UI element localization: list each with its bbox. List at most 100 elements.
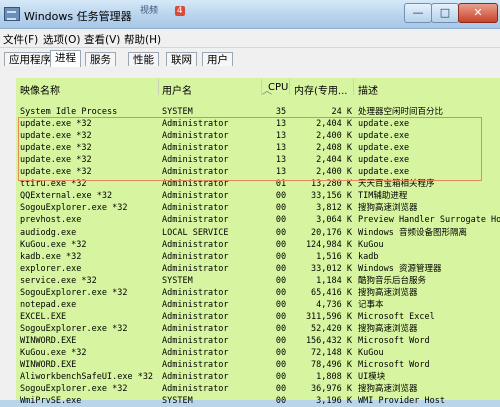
process-row[interactable]: SogouExplorer.exe *32 Administrator 00 52,4… <box>16 323 500 335</box>
process-user: LOCAL SERVICE <box>162 227 229 238</box>
minimize-button[interactable]: — <box>404 3 432 23</box>
process-user: Administrator <box>162 119 229 130</box>
column-image-name[interactable]: 映像名称 <box>20 82 60 97</box>
process-description: KuGou <box>358 239 384 250</box>
process-user: Administrator <box>162 167 229 178</box>
tab-networking[interactable]: 联网 <box>166 52 197 67</box>
process-memory: 52,420 K <box>311 323 352 334</box>
process-memory: 311,596 K <box>305 311 352 322</box>
process-name: WINWORD.EXE <box>20 335 77 346</box>
process-memory: 156,432 K <box>305 335 352 346</box>
process-panel: 映像名称 用户名 ︿ CPU 内存(专用... 描述 System Idle P… <box>0 66 500 406</box>
process-name: EXCEL.EXE <box>20 311 67 322</box>
process-description: update.exe <box>358 131 410 142</box>
process-row[interactable]: QQExternal.exe *32 Administrator 00 33,156 … <box>16 190 500 202</box>
process-row[interactable]: prevhost.exe Administrator 00 3,064 K Previe… <box>16 214 500 226</box>
tab-performance[interactable]: 性能 <box>128 52 159 67</box>
process-row[interactable]: KuGou.exe *32 Administrator 00 124,984 K KuG… <box>16 239 500 251</box>
process-name: SogouExplorer.exe *32 <box>20 287 128 298</box>
process-row[interactable]: System Idle Process SYSTEM 35 24 K 处理器空闲时间百分… <box>16 106 500 118</box>
process-description: update.exe <box>358 167 410 178</box>
process-memory: 124,984 K <box>305 239 352 250</box>
process-memory: 4,736 K <box>316 299 352 310</box>
process-memory: 3,064 K <box>316 215 352 226</box>
process-name: ttiru.exe *32 <box>20 179 87 190</box>
menu-options[interactable]: 选项(O) <box>43 32 80 47</box>
tab-users[interactable]: 用户 <box>202 52 233 67</box>
close-button[interactable]: ✕ <box>458 3 498 23</box>
column-memory[interactable]: 内存(专用... <box>294 82 347 97</box>
process-row[interactable]: SogouExplorer.exe *32 Administrator 00 36,9… <box>16 383 500 395</box>
process-memory: 24 K <box>331 107 352 117</box>
tab-services[interactable]: 服务 <box>85 52 116 67</box>
process-row[interactable]: audiodg.exe LOCAL SERVICE 00 20,176 K Window… <box>16 227 500 239</box>
process-memory: 2,404 K <box>316 119 352 130</box>
process-memory: 2,408 K <box>316 143 352 154</box>
maximize-button[interactable]: □ <box>431 3 459 23</box>
process-row[interactable]: update.exe *32 Administrator 13 2,400 Kupda… <box>16 166 500 178</box>
column-description[interactable]: 描述 <box>358 82 378 97</box>
process-name: explorer.exe <box>20 263 82 274</box>
process-name: update.exe *32 <box>20 119 92 130</box>
menu-view[interactable]: 查看(V) <box>84 32 120 47</box>
process-user: Administrator <box>162 239 229 250</box>
process-row[interactable]: SogouExplorer.exe *32 Administrator 00 3,81… <box>16 202 500 214</box>
process-description: 处理器空闲时间百分比 <box>358 107 444 117</box>
process-row[interactable]: SogouExplorer.exe *32 Administrator 00 65,4… <box>16 287 500 299</box>
column-user-name[interactable]: 用户名 <box>162 82 192 97</box>
process-description: Microsoft Excel <box>358 311 435 322</box>
menu-file[interactable]: 文件(F) <box>3 32 38 47</box>
process-user: Administrator <box>162 384 229 395</box>
process-row[interactable]: update.exe *32 Administrator 13 2,400 Kupda… <box>16 130 500 142</box>
process-memory: 36,976 K <box>311 384 352 395</box>
process-row[interactable]: kadb.exe *32 Administrator 00 1,516 Kkadb <box>16 251 500 263</box>
process-name: WINWORD.EXE <box>20 360 77 371</box>
background-tab-label[interactable]: 视频 <box>140 3 158 16</box>
process-user: Administrator <box>162 348 229 358</box>
process-row[interactable]: notepad.exe Administrator 00 4,736 K 记事本 <box>16 299 500 311</box>
process-row[interactable]: EXCEL.EXE Administrator 00 311,596 K Microso… <box>16 311 500 323</box>
column-cpu[interactable]: CPU <box>268 82 288 93</box>
tab-applications[interactable]: 应用程序 <box>4 52 56 67</box>
process-description: Preview Handler Surrogate Host <box>358 215 500 226</box>
process-user: Administrator <box>162 360 229 371</box>
process-name: System Idle Process <box>20 107 118 117</box>
process-row[interactable]: KuGou.exe *32 Administrator 00 72,148 K KuGo… <box>16 347 500 359</box>
process-user: Administrator <box>162 287 229 298</box>
process-table: 映像名称 用户名 ︿ CPU 内存(专用... 描述 System Idle P… <box>16 78 500 406</box>
process-row[interactable]: update.exe *32 Administrator 13 2,404 Kupda… <box>16 118 500 130</box>
process-memory: 33,156 K <box>311 191 352 202</box>
process-name: prevhost.exe <box>20 215 82 226</box>
process-row[interactable]: AliworkbenchSafeUI.exe *32 Administrator 0… <box>16 371 500 383</box>
menu-help[interactable]: 帮助(H) <box>124 32 161 47</box>
process-description: update.exe <box>358 143 410 154</box>
process-name: update.exe *32 <box>20 155 92 166</box>
process-memory: 65,416 K <box>311 287 352 298</box>
tab-processes[interactable]: 进程 <box>50 50 81 67</box>
process-row[interactable]: WINWORD.EXE Administrator 00 78,496 K Micros… <box>16 359 500 371</box>
process-user: Administrator <box>162 215 229 226</box>
process-memory: 2,400 K <box>316 131 352 142</box>
process-memory: 2,404 K <box>316 155 352 166</box>
process-name: update.exe *32 <box>20 131 92 142</box>
process-name: QQExternal.exe *32 <box>20 191 113 202</box>
process-user: SYSTEM <box>162 396 193 407</box>
process-row[interactable]: update.exe *32 Administrator 13 2,404 Kupda… <box>16 154 500 166</box>
process-row[interactable]: ttiru.exe *32 Administrator 01 13,280 K 天天百宝… <box>16 178 500 190</box>
process-row[interactable]: explorer.exe Administrator 00 33,012 K Windo… <box>16 263 500 275</box>
process-user: Administrator <box>162 251 229 262</box>
process-memory: 78,496 K <box>311 360 352 371</box>
process-row[interactable]: update.exe *32 Administrator 13 2,408 Kupda… <box>16 142 500 154</box>
process-memory: 1,184 K <box>316 275 352 286</box>
process-description: update.exe <box>358 155 410 166</box>
process-description: 酷狗音乐后台服务 <box>358 275 427 286</box>
process-row[interactable]: WINWORD.EXE Administrator 00 156,432 K Micro… <box>16 335 500 347</box>
process-description: TIM辅助进程 <box>358 191 408 202</box>
process-row[interactable]: WmiPrvSE.exe SYSTEM 00 3,196 K WMI Provider … <box>16 395 500 407</box>
task-manager-icon <box>4 7 20 21</box>
process-name: update.exe *32 <box>20 143 92 154</box>
process-memory: 20,176 K <box>311 227 352 238</box>
background-tabs: 视频 4 <box>140 3 199 17</box>
process-row[interactable]: service.exe *32 SYSTEM 00 1,184 K 酷狗音乐后台服务 <box>16 275 500 287</box>
tab-strip: 应用程序 进程 服务 性能 联网 用户 <box>0 48 500 67</box>
